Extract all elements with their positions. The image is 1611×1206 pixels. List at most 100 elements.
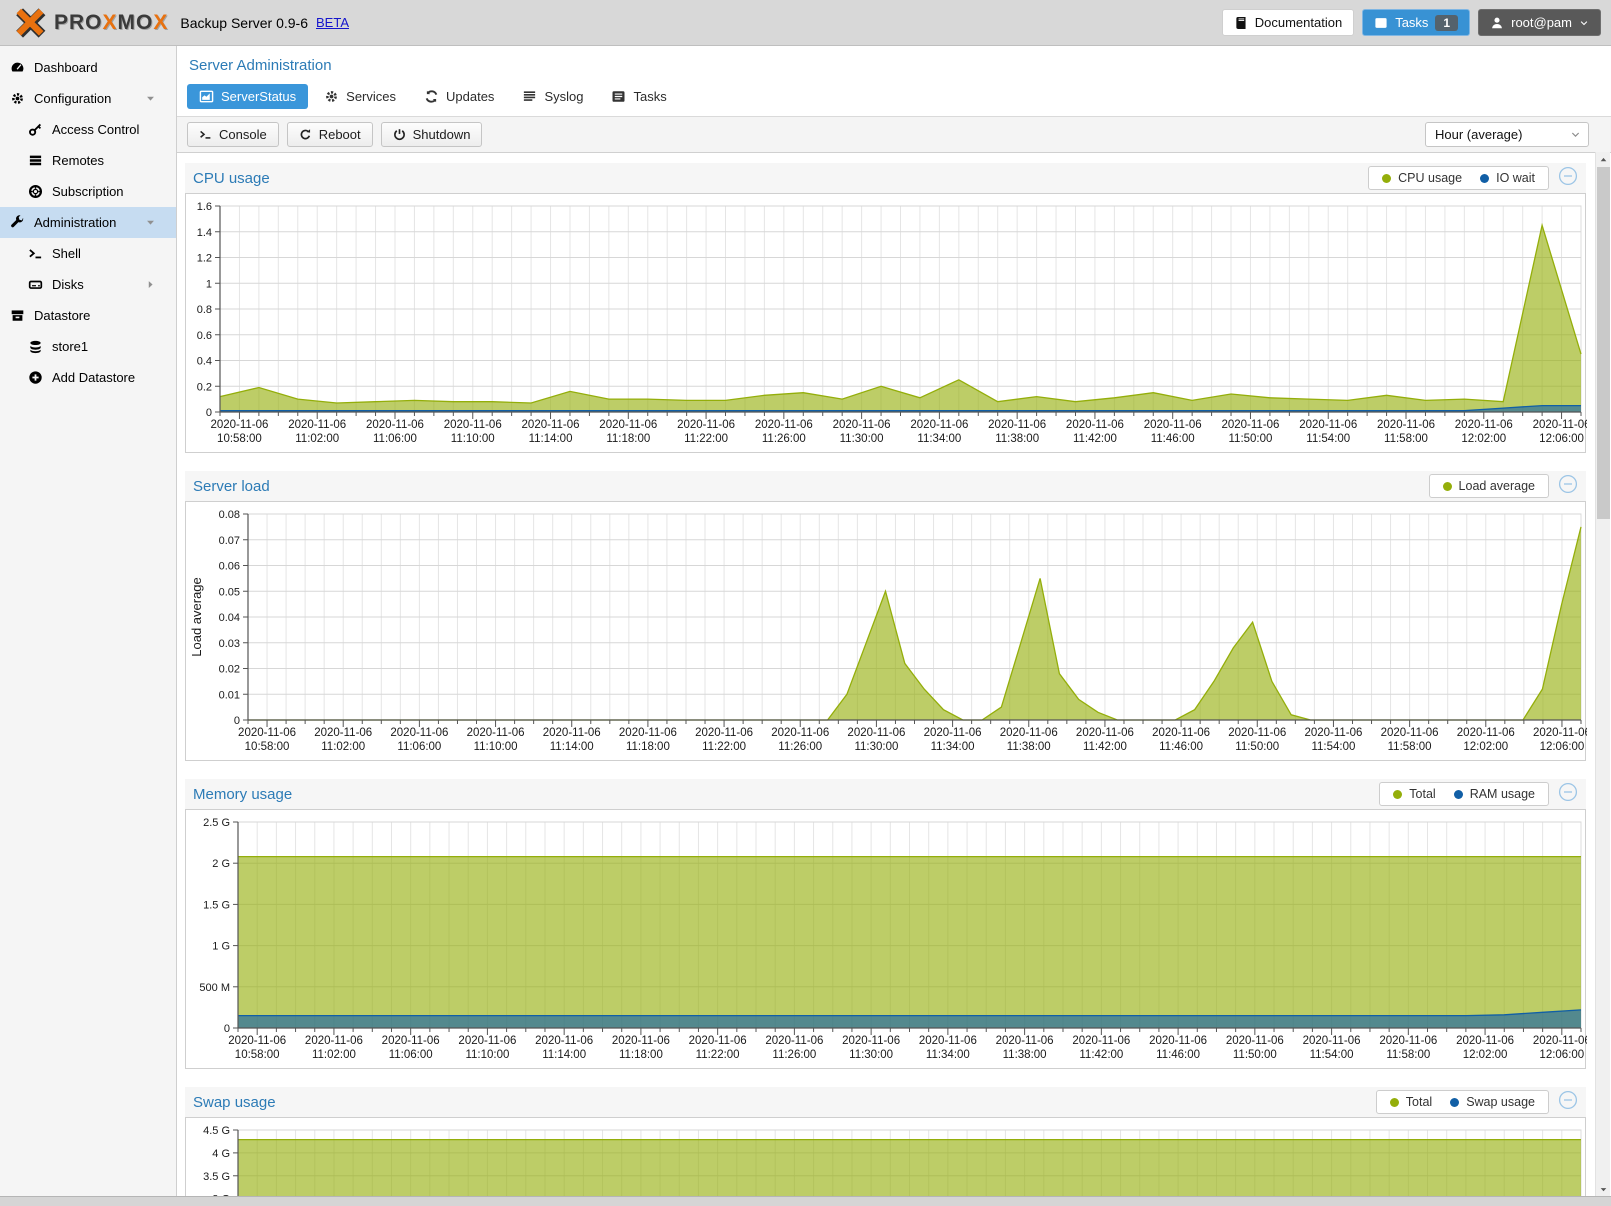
panel-title: Memory usage (193, 786, 1379, 803)
x-tick-time: 11:14:00 (542, 1049, 586, 1061)
x-tick-time: 11:22:00 (702, 741, 746, 753)
reboot-icon (299, 128, 312, 141)
x-tick-time: 11:38:00 (995, 433, 1039, 445)
x-tick-time: 11:06:00 (373, 433, 417, 445)
sidebar-item-administration[interactable]: Administration (0, 207, 176, 238)
sidebar-item-disks[interactable]: Disks (0, 269, 176, 300)
sidebar-item-configuration[interactable]: Configuration (0, 83, 176, 114)
x-tick-time: 11:10:00 (451, 433, 495, 445)
x-tick-time: 11:54:00 (1306, 433, 1350, 445)
sidebar-item-remotes[interactable]: Remotes (0, 145, 176, 176)
sidebar-item-access-control[interactable]: Access Control (0, 114, 176, 145)
y-tick-label: 2 G (212, 858, 230, 870)
legend-item: Total (1393, 787, 1435, 801)
tab-serverstatus[interactable]: ServerStatus (187, 84, 308, 109)
sidebar-item-subscription[interactable]: Subscription (0, 176, 176, 207)
caret-down-icon (142, 93, 159, 104)
x-tick-time: 11:46:00 (1151, 433, 1195, 445)
tachometer-icon (9, 60, 26, 75)
y-tick-label: 0.01 (219, 689, 240, 701)
x-tick-date: 2020-11-06 (1221, 419, 1279, 431)
x-tick-time: 12:02:00 (1463, 741, 1508, 753)
sidebar-item-add-datastore[interactable]: Add Datastore (0, 362, 176, 393)
x-tick-date: 2020-11-06 (522, 419, 580, 431)
wordmark-part: PRO (54, 11, 103, 34)
plus-circle-icon (27, 370, 44, 385)
x-tick-date: 2020-11-06 (228, 1035, 286, 1047)
x-tick-time: 11:30:00 (854, 741, 898, 753)
user-menu-button[interactable]: root@pam (1478, 9, 1601, 36)
legend-dot-icon (1480, 174, 1489, 183)
proxmox-x-icon (12, 7, 48, 39)
terminal-icon (199, 128, 212, 141)
x-tick-time: 11:38:00 (1003, 1049, 1047, 1061)
tasks-button[interactable]: Tasks 1 (1362, 9, 1470, 36)
sidebar-item-label: Disks (52, 277, 84, 292)
x-tick-date: 2020-11-06 (444, 419, 502, 431)
x-tick-date: 2020-11-06 (842, 1035, 900, 1047)
y-tick-label: 0.02 (219, 664, 240, 676)
chart-legend: Load average (1429, 474, 1549, 498)
x-tick-time: 11:50:00 (1233, 1049, 1277, 1061)
book-icon (1234, 16, 1248, 30)
x-tick-time: 10:58:00 (235, 1049, 280, 1061)
x-tick-time: 11:34:00 (917, 433, 961, 445)
x-tick-date: 2020-11-06 (988, 419, 1046, 431)
legend-dot-icon (1382, 174, 1391, 183)
collapse-panel-button[interactable] (1558, 782, 1578, 807)
x-tick-time: 11:34:00 (931, 741, 975, 753)
x-tick-time: 11:58:00 (1386, 1049, 1430, 1061)
sidebar-item-dashboard[interactable]: Dashboard (0, 52, 176, 83)
x-tick-time: 11:42:00 (1083, 741, 1127, 753)
toolbar: Console Reboot Shutdown Hour (average) (177, 116, 1611, 153)
tab-services[interactable]: Services (312, 84, 408, 109)
caret-up-icon (1599, 155, 1608, 164)
header-actions: Documentation Tasks 1 root@pam (1222, 9, 1601, 36)
collapse-panel-button[interactable] (1558, 1090, 1578, 1115)
tasks-count-badge: 1 (1435, 15, 1458, 31)
x-tick-time: 11:14:00 (529, 433, 573, 445)
page-title: Server Administration (189, 57, 1611, 74)
scrollbar-thumb[interactable] (1597, 167, 1610, 519)
remotes-icon (27, 153, 44, 168)
legend-label: CPU usage (1398, 171, 1462, 185)
x-tick-time: 10:58:00 (245, 741, 290, 753)
legend-label: Total (1409, 787, 1435, 801)
x-tick-date: 2020-11-06 (599, 419, 657, 431)
tab-syslog[interactable]: Syslog (510, 84, 595, 109)
vertical-scrollbar[interactable] (1595, 152, 1610, 1196)
tab-updates[interactable]: Updates (412, 84, 506, 109)
timeframe-select[interactable]: Hour (average) (1425, 122, 1589, 147)
reboot-button[interactable]: Reboot (287, 122, 373, 147)
chart-legend: CPU usageIO wait (1368, 166, 1549, 190)
sidebar-item-store1[interactable]: store1 (0, 331, 176, 362)
tasks-label: Tasks (1395, 15, 1428, 30)
scroll-down-button[interactable] (1596, 1182, 1610, 1196)
chevron-down-icon (1579, 18, 1589, 28)
x-tick-time: 11:02:00 (312, 1049, 356, 1061)
y-tick-label: 0.03 (219, 638, 240, 650)
y-tick-label: 0.6 (197, 330, 212, 342)
y-tick-label: 1.4 (197, 227, 212, 239)
legend-item: Load average (1443, 479, 1535, 493)
x-tick-time: 11:50:00 (1235, 741, 1279, 753)
collapse-panel-button[interactable] (1558, 166, 1578, 191)
x-tick-date: 2020-11-06 (1304, 727, 1362, 739)
chart-plot: 00.010.020.030.040.050.060.070.082020-11… (185, 501, 1586, 761)
x-tick-date: 2020-11-06 (847, 727, 905, 739)
beta-link[interactable]: BETA (316, 15, 349, 30)
console-button[interactable]: Console (187, 122, 279, 147)
collapse-panel-button[interactable] (1558, 474, 1578, 499)
x-tick-date: 2020-11-06 (1457, 727, 1515, 739)
sidebar-item-datastore[interactable]: Datastore (0, 300, 176, 331)
x-tick-time: 11:42:00 (1079, 1049, 1123, 1061)
tab-tasks[interactable]: Tasks (599, 84, 678, 109)
x-tick-date: 2020-11-06 (689, 1035, 747, 1047)
scroll-up-button[interactable] (1596, 152, 1610, 166)
sidebar-item-shell[interactable]: Shell (0, 238, 176, 269)
y-tick-label: 2.5 G (203, 817, 230, 829)
x-tick-time: 10:58:00 (217, 433, 262, 445)
legend-label: Load average (1459, 479, 1535, 493)
shutdown-button[interactable]: Shutdown (381, 122, 483, 147)
documentation-button[interactable]: Documentation (1222, 9, 1354, 36)
